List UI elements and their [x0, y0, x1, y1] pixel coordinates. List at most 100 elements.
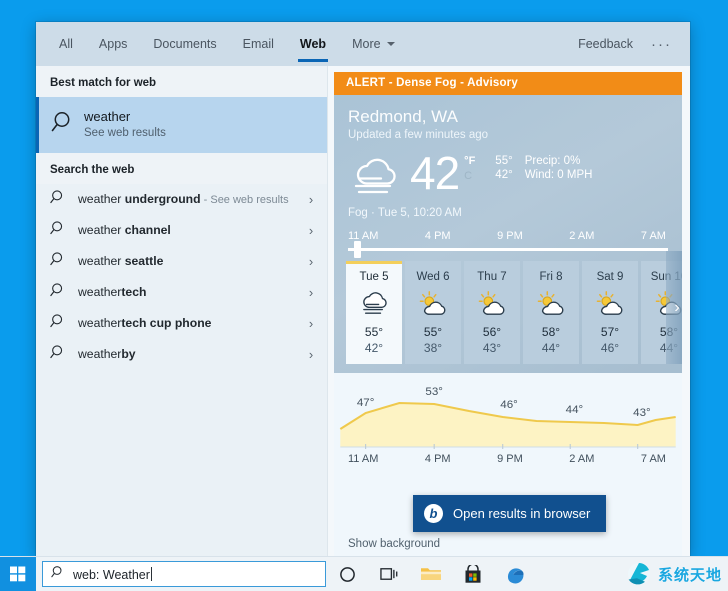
search-input-text: web: Weather	[73, 568, 150, 582]
slider-tick-label: 2 AM	[569, 230, 594, 242]
start-button[interactable]	[0, 557, 36, 591]
weather-preview-pane: ALERT - Dense Fog - Advisory Redmond, WA…	[328, 66, 690, 556]
weather-card: ALERT - Dense Fog - Advisory Redmond, WA…	[334, 72, 682, 556]
tab-apps[interactable]: Apps	[86, 22, 141, 66]
hourly-slider[interactable]: 11 AM4 PM9 PM2 AM7 AM	[334, 219, 682, 251]
forecast-low: 38°	[405, 340, 461, 356]
sun-behind-cloud-icon	[464, 288, 520, 320]
temperature-unit-toggle[interactable]: °F C	[464, 154, 475, 184]
unit-celsius[interactable]: C	[464, 169, 475, 184]
fog-icon	[346, 288, 402, 320]
taskbar: web: Weather	[0, 556, 728, 591]
search-input-value[interactable]: web: Weather	[73, 567, 152, 582]
search-icon	[50, 220, 78, 241]
web-suggestion-row[interactable]: weathertech cup phone›	[36, 308, 327, 339]
chevron-right-icon[interactable]: ›	[301, 347, 321, 362]
chevron-down-icon	[387, 42, 395, 46]
unit-fahrenheit[interactable]: °F	[464, 154, 475, 169]
web-suggestion-label: weathertech cup phone	[78, 316, 301, 331]
forecast-high: 55°	[346, 324, 402, 340]
sun-behind-cloud-icon	[523, 288, 579, 320]
slider-tick-labels: 11 AM4 PM9 PM2 AM7 AM	[348, 230, 668, 242]
web-suggestion-row[interactable]: weather channel›	[36, 215, 327, 246]
chevron-right-icon[interactable]: ›	[301, 192, 321, 207]
svg-text:53°: 53°	[425, 386, 443, 398]
tab-more-label: More	[352, 37, 380, 51]
search-flyout: All Apps Documents Email Web More Feedba…	[36, 22, 690, 556]
search-icon	[50, 109, 84, 140]
forecast-low: 46°	[582, 340, 638, 356]
tab-documents[interactable]: Documents	[140, 22, 229, 66]
web-suggestion-row[interactable]: weather underground - See web results›	[36, 184, 327, 215]
microsoft-store-icon[interactable]	[452, 557, 494, 591]
best-match-row[interactable]: weather See web results	[36, 97, 327, 153]
daily-forecast-strip: Tue 555°42°Wed 6 55°38°Thu 756°43°Fri 858…	[334, 251, 682, 364]
search-tab-bar: All Apps Documents Email Web More Feedba…	[36, 22, 690, 66]
forecast-day-card[interactable]: Sat 957°46°	[582, 261, 638, 364]
forecast-day-card[interactable]: Thu 756°43°	[464, 261, 520, 364]
forecast-day-name: Thu 7	[464, 271, 520, 283]
tab-all-label: All	[59, 37, 73, 51]
web-suggestion-label: weather seattle	[78, 254, 301, 269]
web-suggestion-label: weatherby	[78, 347, 301, 362]
weather-alert-banner[interactable]: ALERT - Dense Fog - Advisory	[334, 72, 682, 95]
chart-tick-label: 9 PM	[497, 453, 523, 465]
weather-card-footer: Show background	[334, 530, 682, 556]
chart-tick-label: 2 AM	[569, 453, 594, 465]
weather-updated-text: Updated a few minutes ago	[348, 129, 668, 141]
taskbar-search-box[interactable]: web: Weather	[42, 561, 326, 587]
watermark-globe-icon	[624, 561, 658, 587]
forecast-low: 44°	[523, 340, 579, 356]
web-suggestion-label: weathertech	[78, 285, 301, 300]
show-background-link[interactable]: Show background	[348, 538, 440, 550]
sun-behind-cloud-icon	[582, 288, 638, 320]
tab-web[interactable]: Web	[287, 22, 339, 66]
flyout-body: Best match for web weather See web resul…	[36, 66, 690, 556]
forecast-next-arrow-icon[interactable]: ›	[666, 251, 682, 364]
chevron-right-icon[interactable]: ›	[301, 223, 321, 238]
chevron-right-icon[interactable]: ›	[301, 254, 321, 269]
search-icon	[50, 344, 78, 365]
chart-tick-label: 4 PM	[425, 453, 451, 465]
chevron-right-icon[interactable]: ›	[301, 285, 321, 300]
task-view-icon[interactable]	[368, 557, 410, 591]
web-suggestion-row[interactable]: weatherby›	[36, 339, 327, 370]
current-conditions-row: 42 °F C 55° Precip: 0% 42° Wind: 0 MPH	[334, 141, 682, 201]
tab-documents-label: Documents	[153, 37, 216, 51]
forecast-day-card[interactable]: Fri 858°44°	[523, 261, 579, 364]
tab-apps-label: Apps	[99, 37, 128, 51]
chevron-right-icon[interactable]: ›	[301, 316, 321, 331]
feedback-button[interactable]: Feedback	[566, 22, 645, 66]
condition-timestamp-line: Fog · Tue 5, 10:20 AM	[334, 201, 682, 219]
cortana-icon[interactable]	[326, 557, 368, 591]
slider-tick-label: 9 PM	[497, 230, 523, 242]
web-suggestion-label: weather channel	[78, 223, 301, 238]
current-stats-grid: 55° Precip: 0% 42° Wind: 0 MPH	[495, 155, 592, 181]
search-icon	[50, 282, 78, 303]
search-icon	[50, 313, 78, 334]
web-suggestion-label: weather underground - See web results	[78, 192, 301, 208]
forecast-low: 42°	[346, 340, 402, 356]
more-options-icon[interactable]: ···	[645, 22, 686, 66]
web-suggestions-list: weather underground - See web results›we…	[36, 184, 327, 370]
forecast-day-name: Wed 6	[405, 271, 461, 283]
current-temperature: 42	[410, 149, 459, 197]
results-column: Best match for web weather See web resul…	[36, 66, 328, 556]
forecast-day-card[interactable]: Tue 555°42°	[346, 261, 402, 364]
tab-email[interactable]: Email	[230, 22, 287, 66]
bing-logo-icon: b	[424, 504, 443, 523]
tab-all[interactable]: All	[46, 22, 86, 66]
file-explorer-icon[interactable]	[410, 557, 452, 591]
precipitation: Precip: 0%	[525, 155, 593, 167]
best-match-title: weather	[84, 108, 166, 125]
forecast-low: 43°	[464, 340, 520, 356]
web-suggestion-row[interactable]: weathertech›	[36, 277, 327, 308]
web-suggestion-row[interactable]: weather seattle›	[36, 246, 327, 277]
tab-more[interactable]: More	[339, 22, 407, 66]
forecast-high: 55°	[405, 324, 461, 340]
slider-tick-label: 4 PM	[425, 230, 451, 242]
open-results-in-browser-button[interactable]: b Open results in browser	[413, 495, 606, 532]
microsoft-edge-icon[interactable]	[494, 557, 536, 591]
open-results-label: Open results in browser	[453, 506, 590, 521]
forecast-day-card[interactable]: Wed 6 55°38°	[405, 261, 461, 364]
